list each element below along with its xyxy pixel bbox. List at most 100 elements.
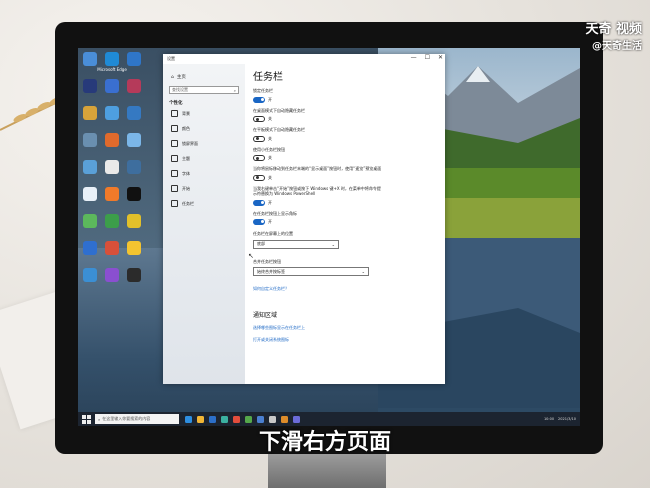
nav-item[interactable]: 背景 xyxy=(171,106,245,121)
desktop-screen: Microsoft Edge 设置 — ☐ ✕ ⌂ 主页 查找设置 ⌕ 个性化 xyxy=(78,48,580,426)
taskbar-app-icon[interactable] xyxy=(233,415,240,423)
toggle-row: 关 xyxy=(253,174,439,181)
app-icon xyxy=(105,187,119,201)
desktop-shortcut[interactable] xyxy=(124,187,144,214)
app-icon xyxy=(127,79,141,93)
taskbar-app-icon[interactable] xyxy=(257,415,264,423)
nav-list: 背景颜色锁屏界面主题字体 开始任务栏 xyxy=(163,106,245,211)
toggle-switch[interactable] xyxy=(253,219,265,225)
windows-start-icon[interactable] xyxy=(81,414,91,424)
nav-item-icon xyxy=(171,155,178,162)
desktop-shortcut[interactable] xyxy=(80,268,100,295)
position-label: 任务栏在屏幕上的位置 xyxy=(253,231,293,236)
app-icon xyxy=(83,268,97,282)
nav-item-label: 任务栏 xyxy=(182,200,194,206)
nav-item[interactable]: 颜色 xyxy=(171,121,245,136)
app-icon xyxy=(105,268,119,282)
settings-window[interactable]: 设置 — ☐ ✕ ⌂ 主页 查找设置 ⌕ 个性化 背景 颜色 锁屏界面 主题 字体 开始任… xyxy=(163,54,445,384)
window-title: 设置 xyxy=(167,56,175,61)
search-placeholder: 查找设置 xyxy=(172,87,188,92)
select-icons-link[interactable]: 选择哪些图标显示在任务栏上 xyxy=(253,325,439,331)
desktop-shortcut[interactable] xyxy=(124,52,144,79)
app-icon xyxy=(83,160,97,174)
taskbar-app-icon[interactable] xyxy=(245,415,252,423)
nav-item-icon xyxy=(171,185,178,192)
settings-content: 任务栏 锁定任务栏开在桌面模式下自动隐藏任务栏关在平板模式下自动隐藏任务栏关使用… xyxy=(253,64,439,384)
desktop-shortcut[interactable] xyxy=(102,241,122,268)
position-value: 底部 xyxy=(257,241,265,246)
setting-label: 在平板模式下自动隐藏任务栏 xyxy=(253,127,305,132)
desktop-shortcut[interactable]: Microsoft Edge xyxy=(97,52,127,79)
toggle-switch[interactable] xyxy=(253,96,265,103)
desktop-shortcut[interactable] xyxy=(124,241,144,268)
monitor: Microsoft Edge 设置 — ☐ ✕ ⌂ 主页 查找设置 ⌕ 个性化 xyxy=(55,22,603,454)
toggle-setting: 在平板模式下自动隐藏任务栏关 xyxy=(253,127,439,142)
desktop-shortcut[interactable] xyxy=(102,214,122,241)
desktop-shortcut[interactable] xyxy=(124,133,144,160)
taskbar-app-icon[interactable] xyxy=(293,415,300,423)
desktop-shortcut[interactable] xyxy=(124,79,144,106)
desktop-shortcut[interactable] xyxy=(80,241,100,268)
combine-dropdown[interactable]: 始终合并按标签 ⌄ xyxy=(253,267,369,276)
toggle-switch[interactable] xyxy=(253,155,265,161)
settings-search-input[interactable]: 查找设置 ⌕ xyxy=(169,86,239,94)
title-bar[interactable]: 设置 xyxy=(163,54,445,64)
desktop-shortcut[interactable] xyxy=(124,106,144,133)
toggle-switch[interactable] xyxy=(253,174,265,181)
nav-item-label: 颜色 xyxy=(182,125,190,131)
nav-item[interactable]: 锁屏界面 xyxy=(171,136,245,151)
desktop-shortcut[interactable] xyxy=(102,79,122,106)
taskbar-app-icon[interactable] xyxy=(221,415,228,423)
position-dropdown[interactable]: 底部 ⌄ xyxy=(253,239,339,249)
nav-item[interactable]: 开始 xyxy=(171,181,245,196)
app-icon xyxy=(83,187,97,201)
nav-item-label: 主题 xyxy=(182,155,190,161)
toggle-switch[interactable] xyxy=(253,199,265,206)
nav-item[interactable]: 主题 xyxy=(171,151,245,166)
tray-date[interactable]: 2021/3/10 xyxy=(558,417,576,421)
nav-home[interactable]: ⌂ 主页 xyxy=(171,74,245,81)
taskbar-app-icon[interactable] xyxy=(269,415,276,423)
maximize-button[interactable]: ☐ xyxy=(425,54,430,61)
customize-taskbar-link[interactable]: 如何自定义任务栏？ xyxy=(253,286,439,292)
desktop-shortcut[interactable] xyxy=(80,79,100,106)
taskbar-search-box[interactable]: ⌕ 在这里输入你要搜索的内容 xyxy=(95,414,179,424)
toggle-switch[interactable] xyxy=(253,116,265,122)
desktop-shortcut[interactable] xyxy=(102,268,122,295)
desktop-shortcut[interactable] xyxy=(124,160,144,187)
toggle-setting: 使用小任务栏按钮关 xyxy=(253,147,439,161)
desktop-shortcut[interactable] xyxy=(102,187,122,214)
toggle-switch[interactable] xyxy=(253,135,265,142)
taskbar-app-icon[interactable] xyxy=(185,415,192,423)
desktop-shortcut[interactable] xyxy=(80,133,100,160)
desktop-shortcut[interactable] xyxy=(102,160,122,187)
app-icon xyxy=(105,52,119,66)
desktop-shortcut[interactable] xyxy=(80,160,100,187)
combine-setting: 合并任务栏按钮 始终合并按标签 ⌄ xyxy=(253,259,439,276)
app-icon xyxy=(127,268,141,282)
desktop-shortcut[interactable] xyxy=(102,106,122,133)
toggle-state: 开 xyxy=(268,96,272,102)
tray-time[interactable]: 10:00 xyxy=(544,417,554,421)
taskbar-app-icon[interactable] xyxy=(197,415,204,423)
chevron-down-icon: ⌄ xyxy=(361,269,365,274)
nav-item[interactable]: 任务栏 xyxy=(171,196,245,211)
system-icons-link[interactable]: 打开或关闭系统图标 xyxy=(253,337,439,343)
app-icon xyxy=(83,79,97,93)
desktop-shortcut[interactable] xyxy=(102,133,122,160)
toggle-state: 关 xyxy=(268,135,272,141)
nav-item-label: 背景 xyxy=(182,110,190,116)
desktop-shortcut[interactable] xyxy=(80,106,100,133)
taskbar-app-icon[interactable] xyxy=(209,415,216,423)
desktop-shortcut[interactable] xyxy=(80,187,100,214)
combine-value: 始终合并按标签 xyxy=(257,268,285,274)
desktop-shortcut[interactable] xyxy=(124,214,144,241)
video-subtitle: 下滑右方页面 xyxy=(258,430,391,455)
taskbar-app-icon[interactable] xyxy=(281,415,288,423)
close-button[interactable]: ✕ xyxy=(438,54,443,61)
desktop-shortcut[interactable] xyxy=(80,214,100,241)
minimize-button[interactable]: — xyxy=(411,54,417,61)
desktop-shortcut[interactable] xyxy=(80,52,100,79)
desktop-shortcut[interactable] xyxy=(124,268,144,295)
nav-item[interactable]: 字体 xyxy=(171,166,245,181)
